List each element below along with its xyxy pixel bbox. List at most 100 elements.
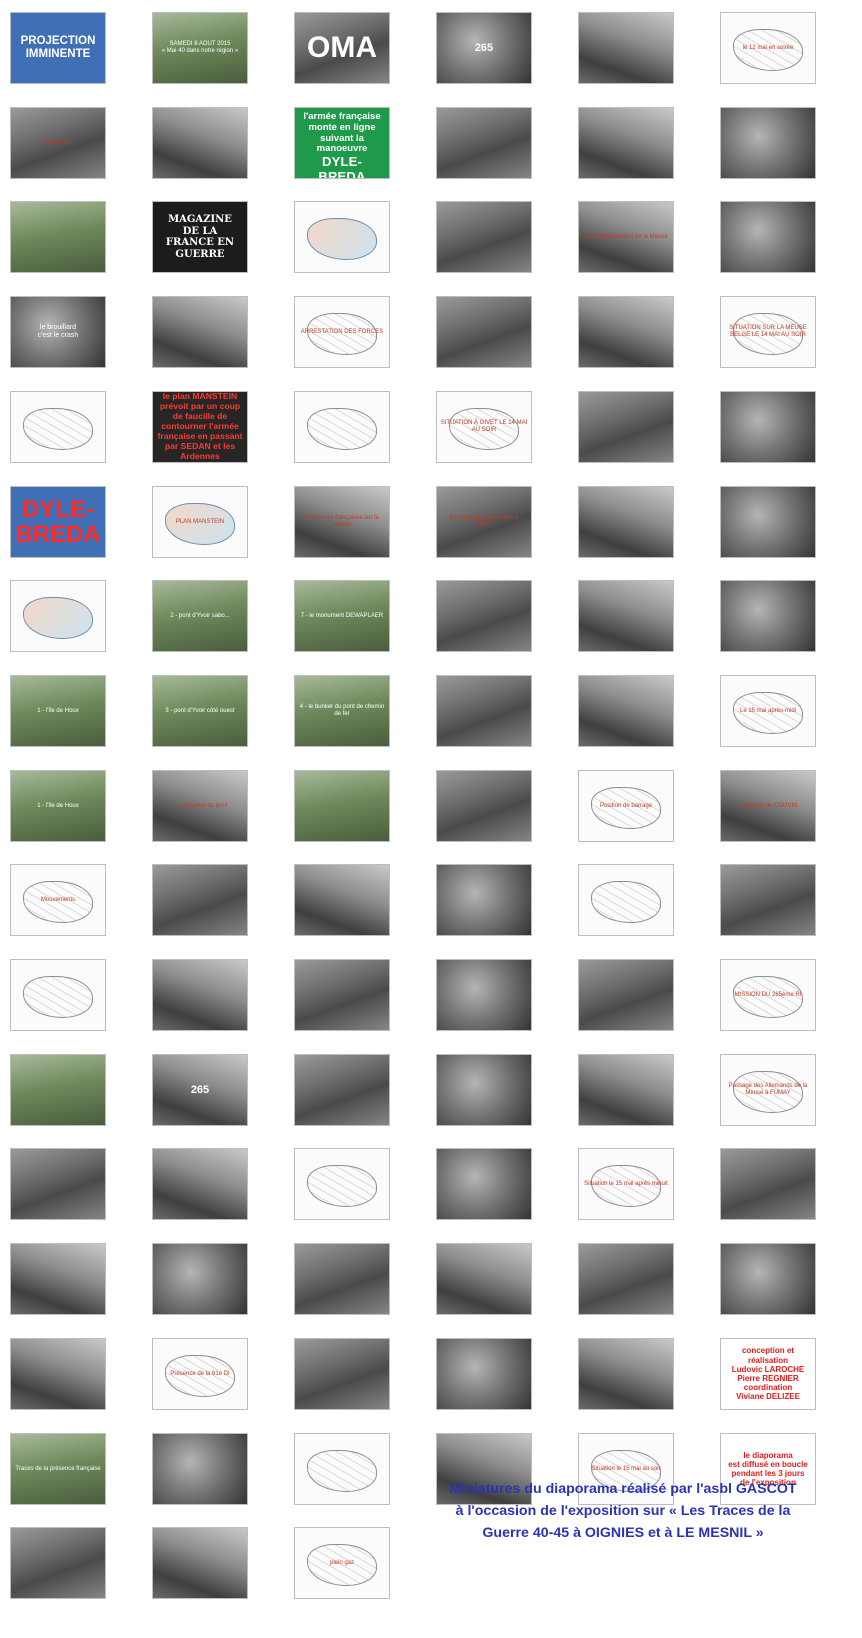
slide-caption: Traces de la présence française <box>15 1465 101 1472</box>
slide-thumbnail: Passage des Allemands de la Meuse à FUMA… <box>720 1054 816 1126</box>
slide-thumbnail <box>578 1338 674 1410</box>
slide-thumbnail <box>720 1148 816 1220</box>
slide-thumbnail <box>294 391 390 463</box>
slide-thumbnail <box>294 1338 390 1410</box>
slide-thumbnail: plein gaz <box>294 1527 390 1599</box>
slide-thumbnail: Mouvements <box>10 864 106 936</box>
slide-thumbnail: PLAN MANSTEIN <box>152 486 248 558</box>
slide-thumbnail: Situation le 15 mai après minuit <box>578 1148 674 1220</box>
slide-thumbnail <box>436 770 532 842</box>
slide-caption: Situation le 15 mai au soir <box>591 1465 661 1472</box>
slide-thumbnail <box>436 1243 532 1315</box>
slide-caption: PROJECTION IMMINENTE <box>20 34 96 60</box>
slide-caption: mai 1940 <box>45 139 71 146</box>
slide-caption: le plan MANSTEIN prévoit par un coup de … <box>157 391 243 461</box>
slide-emphasis: DYLE-BREDA <box>318 154 366 179</box>
slide-caption: Présence de la 61e DI <box>170 1370 230 1377</box>
slide-thumbnail: 5 - le bunker du pont <box>152 770 248 842</box>
slide-caption: le brouillard c'est le crash <box>37 323 79 339</box>
slide-thumbnail <box>294 864 390 936</box>
slide-caption: Mouvements <box>40 896 76 903</box>
slide-thumbnail: 3 - pont d'Yvoir côté ouest <box>152 675 248 747</box>
slide-thumbnail <box>436 1338 532 1410</box>
slide-thumbnail <box>294 1243 390 1315</box>
slide-thumbnail <box>10 959 106 1031</box>
slide-caption: 4 - le bunker du pont de chemin de fer <box>299 704 385 717</box>
slide-thumbnail <box>436 296 532 368</box>
slide-thumbnail <box>294 201 390 273</box>
slide-thumbnail: le brouillard c'est le crash <box>10 296 106 368</box>
slide-thumbnail <box>436 107 532 179</box>
slide-caption: MISSION DU 265ème RI <box>734 991 802 998</box>
slide-thumbnail <box>294 1054 390 1126</box>
slide-caption: le 12 mai en soirée <box>742 44 794 51</box>
slide-thumbnail: 265 <box>436 12 532 84</box>
slide-caption: passage des Allemands à GIVET <box>449 515 519 528</box>
slide-caption: Situation le 15 mai après minuit <box>584 1180 668 1187</box>
slide-caption: DYLE- BREDA <box>15 495 101 548</box>
slide-thumbnail <box>436 864 532 936</box>
slide-caption: Position de barrage <box>599 802 653 809</box>
slide-thumbnail: ARRESTATION DES FORCES <box>294 296 390 368</box>
slide-thumbnail: 265 <box>152 1054 248 1126</box>
slide-thumbnail <box>578 864 674 936</box>
slide-thumbnail <box>720 486 816 558</box>
slide-thumbnail: MAGAZINE DE LA FRANCE EN GUERRE <box>152 201 248 273</box>
slide-caption: plein gaz <box>329 1559 355 1566</box>
slide-caption: Entonnoir de COUVIN <box>738 802 798 809</box>
slide-thumbnail: SITUATION À GIVET LE 14 MAI AU SOIR <box>436 391 532 463</box>
slide-thumbnail <box>10 1243 106 1315</box>
slide-thumbnail: Présence de la 61e DI <box>152 1338 248 1410</box>
slide-caption: Le franchissement de la Meuse <box>584 233 668 240</box>
slide-caption: 265 <box>474 41 494 54</box>
slide-thumbnail <box>578 107 674 179</box>
slide-thumbnail <box>720 580 816 652</box>
slide-caption: Le 15 mai après-midi <box>739 707 797 714</box>
slide-thumbnail: SITUATION SUR LA MEUSE BELGE LE 14 MAI A… <box>720 296 816 368</box>
slide-thumbnail <box>152 296 248 368</box>
slide-caption: 1 - l'île de Houx <box>37 707 79 714</box>
slide-thumbnail: Le 15 mai après-midi <box>720 675 816 747</box>
slide-caption: 3 - pont d'Yvoir côté ouest <box>165 707 235 714</box>
slide-thumbnail: passage des Allemands à GIVET <box>436 486 532 558</box>
slide-thumbnail <box>578 486 674 558</box>
slide-thumbnail <box>10 1148 106 1220</box>
slide-thumbnail <box>10 201 106 273</box>
slide-thumbnail <box>578 391 674 463</box>
slide-thumbnail <box>152 1243 248 1315</box>
slide-thumbnail <box>436 201 532 273</box>
slide-thumbnail: 7 - le monument DEWAPLAER <box>294 580 390 652</box>
slide-caption: ARRESTATION DES FORCES <box>300 328 384 335</box>
slide-caption: OMA <box>307 30 377 64</box>
slide-thumbnail <box>294 959 390 1031</box>
slide-caption: PLAN MANSTEIN <box>175 518 225 525</box>
slide-thumbnail <box>436 1148 532 1220</box>
slide-thumbnail <box>152 959 248 1031</box>
slide-thumbnail <box>436 1054 532 1126</box>
slide-thumbnail: conception et réalisation Ludovic LAROCH… <box>720 1338 816 1410</box>
slide-thumbnail <box>436 675 532 747</box>
slide-thumbnail: Entonnoir de COUVIN <box>720 770 816 842</box>
slide-thumbnail: Présences françaises sur la Meuse <box>294 486 390 558</box>
slide-thumbnail: DYLE- BREDA <box>10 486 106 558</box>
slide-thumbnail <box>436 580 532 652</box>
slide-thumbnail <box>720 107 816 179</box>
slide-thumbnail <box>294 1433 390 1505</box>
sheet-caption: Miniatures du diaporama réalisé par l'as… <box>418 1478 828 1544</box>
slide-thumbnail <box>720 201 816 273</box>
slide-thumbnail <box>720 864 816 936</box>
slide-thumbnail <box>720 1243 816 1315</box>
slide-thumbnail: MISSION DU 265ème RI <box>720 959 816 1031</box>
slide-caption: 265 <box>190 1083 210 1096</box>
slide-caption: conception et réalisation Ludovic LAROCH… <box>731 1346 805 1402</box>
slide-thumbnail <box>10 1054 106 1126</box>
slide-caption: MAGAZINE DE LA FRANCE EN GUERRE <box>165 214 235 260</box>
slide-caption: SITUATION À GIVET LE 14 MAI AU SOIR <box>440 420 528 433</box>
slide-thumbnail <box>294 1148 390 1220</box>
slide-thumbnail: 1 - l'île de Houx <box>10 770 106 842</box>
slide-thumbnail <box>152 1148 248 1220</box>
slide-caption: SITUATION SUR LA MEUSE BELGE LE 14 MAI A… <box>729 325 807 338</box>
slide-thumbnail <box>152 1433 248 1505</box>
slide-caption: Passage des Allemands de la Meuse à FUMA… <box>728 1083 808 1096</box>
contact-sheet: PROJECTION IMMINENTE SAMEDI 8 AOUT 2015 «… <box>0 0 862 1638</box>
